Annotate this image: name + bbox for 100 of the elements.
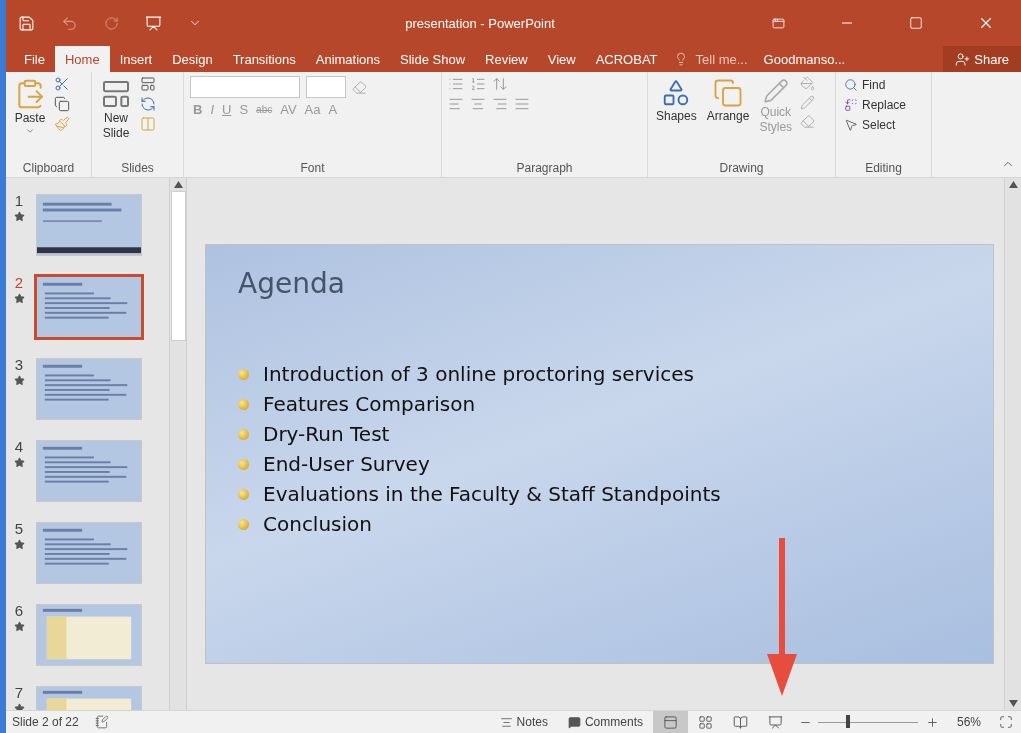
ribbon-tab[interactable]: View (537, 46, 586, 72)
bullet-icon (238, 428, 249, 440)
section-icon[interactable] (140, 116, 156, 132)
notes-check-icon[interactable] (94, 715, 109, 729)
replace-button[interactable]: Replace (842, 96, 909, 114)
new-slide-button[interactable]: New Slide (98, 76, 134, 142)
search-icon[interactable] (844, 78, 858, 92)
ribbon-tab[interactable]: Review (475, 46, 538, 72)
bullet-text: Conclusion (263, 512, 372, 536)
grid-icon[interactable] (697, 714, 713, 730)
slide-title: Agenda (238, 267, 346, 300)
maximize-icon[interactable] (909, 16, 923, 30)
notes-button[interactable]: Notes (489, 711, 558, 733)
zoom-slider[interactable] (817, 715, 918, 729)
star-icon (13, 211, 25, 222)
comments-button[interactable]: Comments (557, 711, 653, 733)
reset-icon[interactable] (140, 96, 156, 112)
slide-thumbnail[interactable] (36, 440, 142, 502)
scroll-down-icon[interactable] (1008, 700, 1018, 707)
bullet-text: Introduction of 3 online proctoring services (263, 362, 694, 386)
ribbon-tab[interactable]: Design (162, 46, 223, 72)
slide-thumbnail[interactable] (36, 604, 142, 666)
numbering-icon[interactable] (470, 76, 486, 92)
bullet-icon (238, 458, 249, 470)
outline-icon[interactable] (800, 95, 816, 110)
slide-number: 3 (14, 356, 24, 373)
arrange-button[interactable]: Arrange (704, 76, 752, 125)
slide-thumbnail[interactable] (34, 274, 144, 340)
find-button[interactable]: Find (842, 76, 909, 94)
replace-icon[interactable] (844, 98, 858, 112)
align-center-icon[interactable] (470, 96, 486, 112)
cut-icon[interactable] (54, 76, 70, 92)
align-right-icon[interactable] (492, 96, 508, 112)
scroll-thumb[interactable] (170, 191, 186, 341)
slide-thumbnail[interactable] (36, 522, 142, 584)
ribbon-tab[interactable]: Animations (305, 46, 391, 72)
share-button[interactable]: Share (943, 46, 1021, 72)
user-plus-icon[interactable] (955, 51, 971, 67)
bullet-icon (238, 518, 249, 530)
bullet-text: Features Comparison (263, 392, 476, 416)
user-name[interactable]: Goodmanso... (755, 46, 854, 72)
group-label: Clipboard (22, 161, 75, 175)
fit-slide-icon[interactable] (999, 715, 1013, 729)
normal-view-icon[interactable] (662, 714, 678, 730)
ribbon-tab[interactable]: Insert (109, 46, 163, 72)
slide-number: 5 (14, 520, 24, 537)
group-label: Drawing (719, 161, 764, 175)
scroll-up-icon[interactable] (1008, 181, 1018, 188)
bullet-icon (238, 368, 249, 380)
font-size-field[interactable] (306, 76, 346, 98)
slide-thumbnail[interactable] (36, 194, 142, 256)
zoom-slider-thumb[interactable] (845, 715, 850, 728)
ribbon-tab[interactable]: File (14, 46, 55, 72)
book-icon[interactable] (732, 714, 748, 730)
layout-icon[interactable] (140, 76, 156, 92)
normal-view-button[interactable] (652, 711, 688, 733)
line-spacing-icon[interactable] (492, 76, 508, 92)
cursor-icon[interactable] (844, 118, 858, 132)
pencil-icon[interactable] (762, 78, 789, 104)
eraser-icon[interactable] (800, 114, 816, 129)
ribbon-tab[interactable]: Slide Show (390, 46, 476, 72)
slide-thumbnail[interactable] (36, 358, 142, 420)
scroll-up-icon[interactable] (173, 181, 183, 188)
format-painter-icon[interactable] (54, 116, 70, 132)
tell-me-field[interactable]: Tell me... (687, 46, 756, 72)
zoom-percentage[interactable]: 56% (956, 715, 981, 729)
redo-icon[interactable] (104, 15, 119, 31)
zoom-in-icon[interactable] (925, 715, 939, 729)
bullet-text: End-User Survey (263, 452, 430, 476)
paste-button[interactable]: Paste (12, 76, 48, 138)
slide-number: 2 (14, 274, 24, 291)
bullets-icon[interactable] (448, 76, 464, 92)
caret-icon[interactable] (25, 126, 35, 136)
notes-icon[interactable] (499, 715, 513, 729)
comment-icon[interactable] (567, 715, 581, 729)
ribbon-tab[interactable]: Home (54, 46, 110, 72)
strikethrough-button[interactable]: abc (253, 104, 276, 115)
presentation-icon[interactable] (767, 714, 783, 730)
ribbon-tab[interactable]: ACROBAT (585, 46, 668, 72)
window-icon[interactable] (772, 16, 785, 30)
arrange-icon[interactable] (713, 78, 744, 108)
save-icon[interactable] (18, 14, 35, 32)
presentation-icon[interactable] (145, 14, 162, 32)
slide-layout-icon[interactable] (100, 78, 132, 110)
font-name-field[interactable] (190, 76, 300, 98)
fill-icon[interactable] (800, 76, 816, 91)
align-left-icon[interactable] (448, 96, 464, 112)
select-button[interactable]: Select (842, 116, 909, 134)
undo-icon[interactable] (61, 14, 78, 32)
star-icon (13, 375, 25, 386)
bullet-icon (238, 398, 249, 410)
copy-icon[interactable] (54, 96, 70, 112)
star-icon (13, 621, 25, 632)
slide-number: 4 (14, 438, 24, 455)
ribbon-tab[interactable]: Transitions (222, 46, 306, 72)
group-label: Slides (121, 161, 154, 175)
bullet-text: Evaluations in the Faculty & Staff Standpoints (263, 482, 721, 506)
eraser-icon[interactable] (352, 79, 367, 95)
justify-icon[interactable] (514, 96, 530, 112)
shapes-button[interactable]: Shapes (654, 76, 699, 125)
